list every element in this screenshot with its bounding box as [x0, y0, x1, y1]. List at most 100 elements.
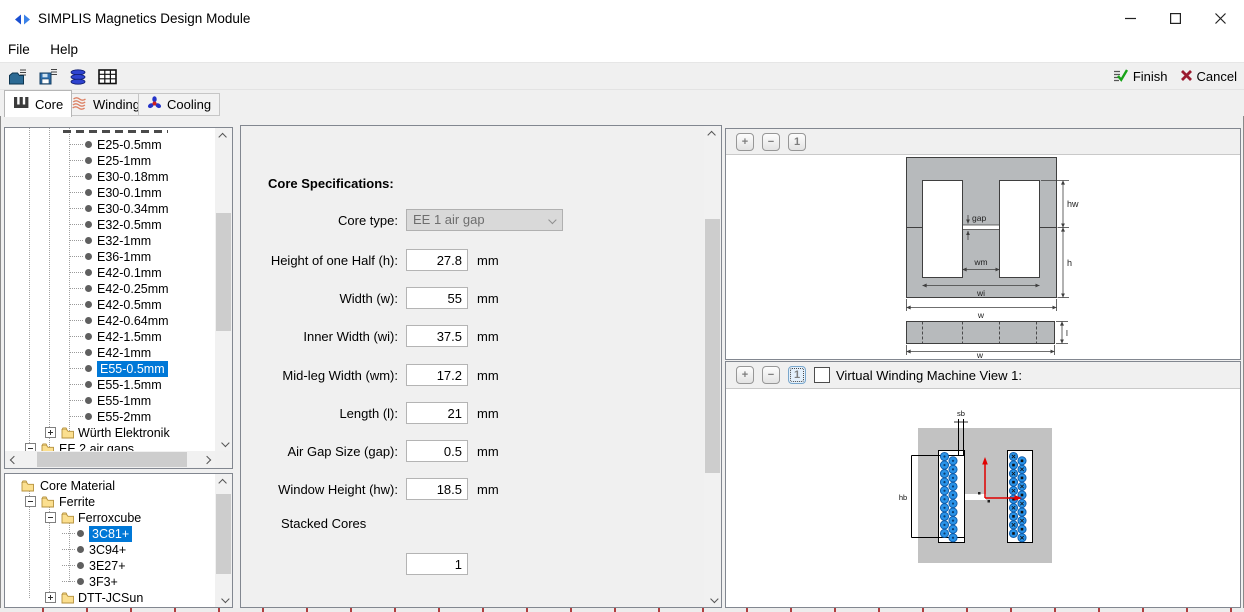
collapse-icon[interactable]	[25, 443, 36, 451]
scroll-up-button[interactable]	[704, 126, 721, 143]
tree-connector	[70, 352, 83, 353]
menu-file[interactable]: File	[0, 38, 38, 62]
tree-item[interactable]: Ferroxcube	[5, 510, 215, 526]
tree-item[interactable]: E42-0.25mm	[5, 281, 215, 297]
zoom-out-button[interactable]: −	[762, 133, 780, 151]
tree-item[interactable]: 3E27+	[5, 558, 215, 574]
tree-item[interactable]: E30-0.1mm	[5, 185, 215, 201]
field-value-input[interactable]	[406, 402, 468, 424]
tree-item-label: E25-1mm	[97, 153, 151, 169]
field-value-input[interactable]	[406, 364, 468, 386]
tree-connector	[70, 144, 83, 145]
tree-item[interactable]: E25-0.5mm	[5, 137, 215, 153]
tree-item[interactable]: E55-1mm	[5, 393, 215, 409]
layers-toolbar-button[interactable]	[67, 66, 88, 87]
field-value-input[interactable]	[406, 478, 468, 500]
tree-item[interactable]: E30-0.18mm	[5, 169, 215, 185]
dim-label-w2: w	[976, 350, 984, 359]
tree-connector	[62, 581, 75, 582]
tree-item[interactable]: E25-1mm	[5, 153, 215, 169]
tab-cooling[interactable]: Cooling	[138, 93, 220, 116]
tree-item[interactable]: 3C81+	[5, 526, 215, 542]
cancel-button[interactable]: Cancel	[1180, 69, 1237, 85]
scroll-up-button[interactable]	[215, 474, 232, 491]
field-value-input[interactable]	[406, 440, 468, 462]
field-unit: mm	[477, 444, 499, 459]
scroll-up-button[interactable]	[215, 128, 232, 145]
minimize-button[interactable]	[1108, 0, 1153, 37]
tree-item[interactable]: E55-0.5mm	[5, 361, 215, 377]
tree-item[interactable]: E55-2mm	[5, 409, 215, 425]
grid-toolbar-button[interactable]	[97, 66, 118, 87]
bullet-icon	[85, 301, 92, 308]
tree-item[interactable]: DTT-JCSun	[5, 590, 215, 606]
bullet-icon	[85, 221, 92, 228]
scroll-right-button[interactable]	[198, 451, 215, 468]
tree-item[interactable]: E32-1mm	[5, 233, 215, 249]
scroll-down-button[interactable]	[704, 590, 721, 607]
expand-icon[interactable]	[45, 427, 56, 438]
stacked-cores-input[interactable]	[406, 553, 468, 575]
finish-button[interactable]: Finish	[1113, 68, 1168, 85]
collapse-icon[interactable]	[45, 512, 56, 523]
tab-winding[interactable]: Winding	[62, 93, 149, 116]
tree-item[interactable]: Würth Elektronik	[5, 425, 215, 441]
tree-item[interactable]: 3F3+	[5, 574, 215, 590]
core-tree-vscrollbar[interactable]	[215, 128, 232, 451]
form-vscrollbar[interactable]	[704, 126, 721, 607]
bullet-icon	[77, 578, 84, 585]
tree-item-label: Ferroxcube	[78, 510, 141, 526]
zoom-in-button[interactable]: +	[736, 133, 754, 151]
core-type-value: EE 1 air gap	[413, 212, 485, 227]
scroll-left-button[interactable]	[5, 451, 22, 468]
expand-icon[interactable]	[45, 592, 56, 603]
collapse-icon[interactable]	[25, 496, 36, 507]
tab-core[interactable]: Core	[4, 90, 72, 117]
zoom-reset-button[interactable]: 1	[788, 133, 806, 151]
material-tree-vscrollbar[interactable]	[215, 474, 232, 607]
tree-item[interactable]: E42-0.64mm	[5, 313, 215, 329]
tree-item[interactable]: E42-0.1mm	[5, 265, 215, 281]
close-button[interactable]	[1198, 0, 1243, 37]
tree-item[interactable]: Core Material	[5, 478, 215, 494]
core-size-tree-panel: E25-0.5mmE25-1mmE30-0.18mmE30-0.1mmE30-0…	[4, 127, 233, 469]
zoom-in-button[interactable]: +	[736, 366, 754, 384]
app-window: SIMPLIS Magnetics Design Module File Hel…	[0, 0, 1244, 612]
scroll-thumb[interactable]	[705, 219, 720, 473]
clipped-tree-item[interactable]	[63, 130, 168, 133]
tree-item[interactable]: E55-1.5mm	[5, 377, 215, 393]
core-type-select[interactable]: EE 1 air gap	[406, 209, 563, 231]
tree-connector	[70, 416, 83, 417]
tree-item[interactable]: E32-0.5mm	[5, 217, 215, 233]
tree-item-label: E42-1.5mm	[97, 329, 162, 345]
tree-item[interactable]: E42-1mm	[5, 345, 215, 361]
folder-icon	[61, 426, 75, 439]
scroll-thumb[interactable]	[216, 494, 231, 574]
field-value-input[interactable]	[406, 249, 468, 271]
tree-item[interactable]: EE 2 air gaps	[5, 441, 215, 451]
vwm-checkbox[interactable]	[814, 367, 830, 383]
scroll-down-button[interactable]	[215, 590, 232, 607]
open-toolbar-button[interactable]	[7, 66, 28, 87]
scroll-down-button[interactable]	[215, 434, 232, 451]
scroll-thumb[interactable]	[37, 452, 187, 467]
save-toolbar-button[interactable]	[37, 66, 58, 87]
field-value-input[interactable]	[406, 325, 468, 347]
field-unit: mm	[477, 291, 499, 306]
menu-help[interactable]: Help	[42, 38, 86, 62]
field-label: Height of one Half (h):	[241, 253, 398, 268]
folder-icon	[61, 591, 75, 604]
tree-item[interactable]: E36-1mm	[5, 249, 215, 265]
tree-item[interactable]: E42-1.5mm	[5, 329, 215, 345]
tree-item[interactable]: E42-0.5mm	[5, 297, 215, 313]
tree-item[interactable]: E30-0.34mm	[5, 201, 215, 217]
core-tree-hscrollbar[interactable]	[5, 451, 215, 468]
tree-item[interactable]: 3C94+	[5, 542, 215, 558]
tree-item[interactable]: Ferrite	[5, 494, 215, 510]
zoom-reset-button[interactable]: 1	[788, 366, 806, 384]
field-value-input[interactable]	[406, 287, 468, 309]
maximize-button[interactable]	[1153, 0, 1198, 37]
cancel-label: Cancel	[1197, 69, 1237, 84]
scroll-thumb[interactable]	[216, 213, 231, 331]
zoom-out-button[interactable]: −	[762, 366, 780, 384]
